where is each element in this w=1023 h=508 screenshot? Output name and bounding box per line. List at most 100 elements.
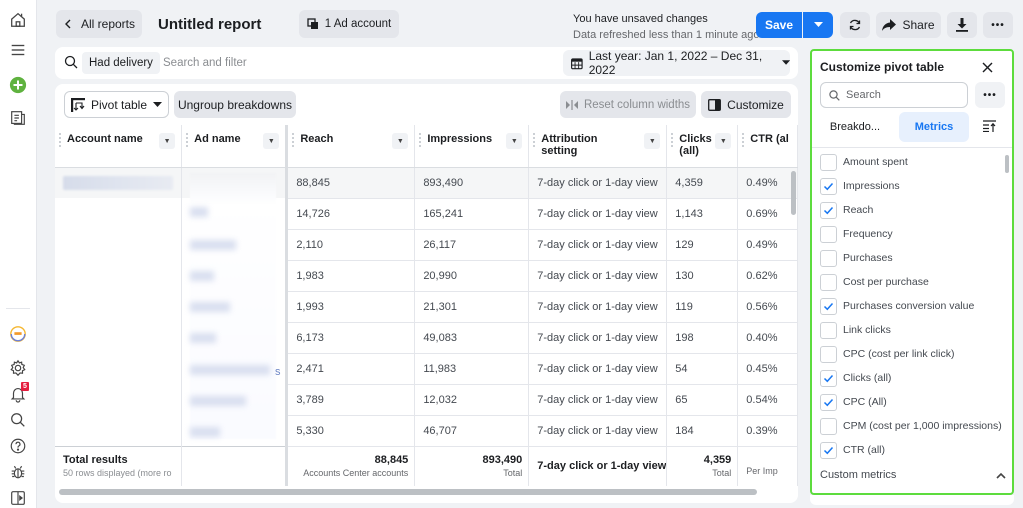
tab-breakdowns[interactable]: Breakdo...: [820, 112, 890, 142]
column-header-account-name[interactable]: Account name ▼: [55, 125, 183, 168]
checkbox-unchecked[interactable]: [820, 273, 837, 291]
settings-icon[interactable]: [6, 356, 30, 380]
reach-cell: 2,471: [286, 353, 416, 385]
ad-account-button[interactable]: 1 Ad account: [299, 10, 399, 38]
checkbox-unchecked[interactable]: [820, 153, 837, 171]
search-icon[interactable]: [6, 408, 30, 432]
column-header-attribution-setting[interactable]: Attribution setting ▼: [528, 125, 668, 168]
notifications-icon[interactable]: 5: [6, 382, 30, 406]
column-menu-icon[interactable]: ▼: [263, 133, 280, 149]
metric-option[interactable]: Purchases conversion value: [820, 294, 1010, 318]
date-range-picker[interactable]: Last year: Jan 1, 2022 – Dec 31, 2022: [563, 49, 790, 77]
checkbox-checked[interactable]: [820, 297, 837, 315]
column-menu-icon[interactable]: ▼: [715, 133, 732, 149]
table-row[interactable]: 3,789 12,032 7-day click or 1-day view 65 0.…: [55, 384, 798, 416]
share-button[interactable]: Share: [876, 12, 941, 38]
checkbox-checked[interactable]: [820, 441, 837, 459]
reorder-icon: [982, 120, 996, 132]
table-vertical-scrollbar[interactable]: [791, 171, 796, 215]
metric-option[interactable]: Amount spent: [820, 150, 1010, 174]
checkbox-unchecked[interactable]: [820, 321, 837, 339]
table-row[interactable]: 2,471 11,983 7-day click or 1-day view 54 0.…: [55, 353, 798, 385]
column-header-clicks-all[interactable]: Clicks (all) ▼: [666, 125, 739, 168]
checkbox-unchecked[interactable]: [820, 225, 837, 243]
menu-icon[interactable]: [6, 38, 30, 62]
metric-option[interactable]: Link clicks: [820, 318, 1010, 342]
column-menu-icon[interactable]: ▼: [392, 133, 409, 149]
reset-column-widths-button[interactable]: Reset column widths: [560, 91, 696, 118]
pivot-table-dropdown[interactable]: Pivot table: [64, 91, 169, 118]
ungroup-breakdowns-button[interactable]: Ungroup breakdowns: [174, 91, 296, 118]
table-row[interactable]: 1,983 20,990 7-day click or 1-day view 130 0…: [55, 260, 798, 292]
checkbox-unchecked[interactable]: [820, 249, 837, 267]
customize-button[interactable]: Customize: [701, 91, 791, 118]
reports-icon[interactable]: [6, 106, 30, 130]
redacted-ad-name: [190, 396, 246, 406]
table-horizontal-scrollbar[interactable]: [59, 489, 757, 495]
column-header-reach[interactable]: Reach ▼: [286, 125, 416, 168]
refresh-status: Data refreshed less than 1 minute ago: [573, 29, 760, 41]
table-row[interactable]: 5,330 46,707 7-day click or 1-day view 184 0…: [55, 415, 798, 447]
all-reports-button[interactable]: All reports: [56, 10, 142, 38]
column-header-ad-name[interactable]: Ad name ▼: [181, 125, 289, 168]
save-button[interactable]: Save: [756, 12, 802, 38]
custom-metrics-section-toggle[interactable]: Custom metrics: [820, 469, 1006, 481]
tab-metrics[interactable]: Metrics: [899, 112, 969, 142]
had-delivery-filter-chip[interactable]: Had delivery: [82, 52, 160, 74]
table-row[interactable]: 88,845 893,490 7-day click or 1-day view 4,…: [55, 167, 798, 199]
checkbox-unchecked[interactable]: [820, 345, 837, 363]
metric-option[interactable]: Impressions: [820, 174, 1010, 198]
panel-divider: [812, 147, 1012, 148]
help-icon[interactable]: [6, 434, 30, 458]
checkmark-icon: [823, 302, 834, 310]
clicks-cell: 4,359: [666, 167, 739, 199]
metrics-search-input[interactable]: [846, 89, 956, 101]
table-row[interactable]: 2,110 26,117 7-day click or 1-day view 129 0…: [55, 229, 798, 261]
share-label: Share: [902, 18, 935, 32]
download-button[interactable]: [947, 12, 977, 38]
caret-down-icon: [813, 22, 823, 27]
account-avatar[interactable]: [6, 322, 30, 346]
redacted-ad-name: [190, 302, 230, 312]
checkbox-checked[interactable]: [820, 201, 837, 219]
reorder-button[interactable]: [980, 117, 998, 135]
table-row[interactable]: 1,993 21,301 7-day click or 1-day view 119 0…: [55, 291, 798, 323]
more-options-button[interactable]: •••: [983, 12, 1013, 38]
metric-option[interactable]: CPM (cost per 1,000 impressions): [820, 414, 1010, 438]
column-header-ctr-all[interactable]: CTR (al: [737, 125, 798, 168]
impressions-cell: 21,301: [414, 291, 530, 323]
create-icon[interactable]: [6, 73, 30, 97]
metric-option[interactable]: Purchases: [820, 246, 1010, 270]
metric-option[interactable]: Cost per purchase: [820, 270, 1010, 294]
panel-toggle-icon[interactable]: [6, 486, 30, 508]
metrics-search-field[interactable]: [820, 82, 968, 108]
column-header-impressions[interactable]: Impressions ▼: [414, 125, 530, 168]
ctr-cell: 0.39%: [737, 415, 798, 447]
table-row[interactable]: 14,726 165,241 7-day click or 1-day view 1,…: [55, 198, 798, 230]
column-menu-icon[interactable]: ▼: [506, 133, 523, 149]
metrics-scrollbar[interactable]: [1005, 155, 1009, 173]
column-menu-icon[interactable]: ▼: [159, 133, 176, 149]
search-filter-input[interactable]: [163, 53, 543, 73]
account-name-cell[interactable]: [55, 167, 183, 198]
metric-option[interactable]: Frequency: [820, 222, 1010, 246]
column-menu-icon[interactable]: ▼: [644, 133, 661, 149]
attribution-cell: 7-day click or 1-day view: [528, 229, 668, 261]
close-panel-button[interactable]: [978, 58, 996, 76]
metric-option[interactable]: Clicks (all): [820, 366, 1010, 390]
refresh-button[interactable]: [840, 12, 870, 38]
save-options-button[interactable]: [803, 12, 833, 38]
home-icon[interactable]: [6, 8, 30, 32]
table-row[interactable]: 6,173 49,083 7-day click or 1-day view 198 0…: [55, 322, 798, 354]
checkbox-checked[interactable]: [820, 177, 837, 195]
checkbox-unchecked[interactable]: [820, 417, 837, 435]
checkbox-checked[interactable]: [820, 369, 837, 387]
panel-more-options-button[interactable]: •••: [975, 82, 1005, 108]
bug-icon[interactable]: [6, 460, 30, 484]
checkbox-checked[interactable]: [820, 393, 837, 411]
metric-option[interactable]: CPC (All): [820, 390, 1010, 414]
metric-option[interactable]: CTR (all): [820, 438, 1010, 462]
metric-option[interactable]: CPC (cost per link click): [820, 342, 1010, 366]
account-name-cell: [55, 353, 183, 384]
metric-option[interactable]: Reach: [820, 198, 1010, 222]
